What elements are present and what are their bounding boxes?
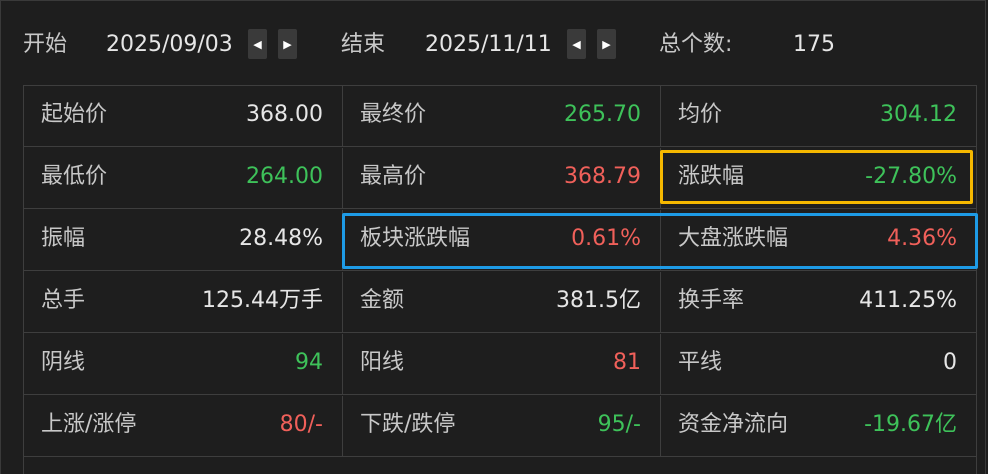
stat-label: 振幅 (41, 226, 86, 251)
stat-value: 4.36% (887, 226, 957, 251)
table-row: 阴线 94 阳线 81 平线 0 (24, 334, 976, 395)
count-value: 175 (793, 32, 835, 57)
end-label: 结束 (341, 32, 386, 57)
start-date-prev-button[interactable]: ◀ (248, 29, 267, 59)
stat-value: 28.48% (239, 226, 323, 251)
stat-cell: 最高价 368.79 (342, 148, 660, 208)
start-date[interactable]: 2025/09/03 (106, 30, 233, 60)
stat-label: 上涨/涨停 (41, 412, 137, 437)
stat-label: 均价 (678, 102, 723, 127)
end-date-next-button[interactable]: ▶ (597, 29, 616, 59)
stat-value: 95/- (597, 412, 641, 437)
stat-label: 换手率 (678, 288, 745, 313)
stat-label: 大盘涨跌幅 (678, 226, 789, 251)
stat-value: 368.00 (246, 102, 323, 127)
stat-cell: 上涨/涨停 80/- (24, 396, 342, 456)
stat-label: 最低价 (41, 164, 108, 189)
stat-value: 368.79 (564, 164, 641, 189)
stat-label: 起始价 (41, 102, 108, 127)
stat-cell: 阴线 94 (24, 334, 342, 394)
start-label: 开始 (23, 32, 68, 57)
stat-label: 金额 (360, 288, 405, 313)
end-date-prev-button[interactable]: ◀ (567, 29, 586, 59)
stat-label: 阴线 (41, 350, 86, 375)
stat-label: 平线 (678, 350, 723, 375)
stat-cell: 总手 125.44万手 (24, 272, 342, 332)
stat-value: 411.25% (859, 288, 957, 313)
stat-cell: 涨跌幅 -27.80% (660, 148, 976, 208)
stat-cell: 均价 304.12 (660, 86, 976, 146)
stat-value: 94 (295, 350, 323, 375)
stat-label: 下跌/跌停 (360, 412, 456, 437)
stat-cell: 最低价 264.00 (24, 148, 342, 208)
caret-left-icon: ◀ (253, 37, 262, 51)
stat-value: -27.80% (865, 164, 957, 189)
stat-cell: 换手率 411.25% (660, 272, 976, 332)
stat-label: 资金净流向 (678, 412, 789, 437)
stat-value: -19.67亿 (864, 412, 957, 437)
stat-label: 最高价 (360, 164, 427, 189)
stat-value: 125.44万手 (202, 288, 323, 313)
stat-label: 板块涨跌幅 (360, 226, 471, 251)
stat-label: 涨跌幅 (678, 164, 745, 189)
stat-value: 81 (613, 350, 641, 375)
end-date[interactable]: 2025/11/11 (425, 30, 552, 60)
stat-value: 265.70 (564, 102, 641, 127)
stat-value: 0 (943, 350, 957, 375)
stat-value: 304.12 (880, 102, 957, 127)
table-row: 起始价 368.00 最终价 265.70 均价 304.12 (24, 86, 976, 147)
stat-value: 264.00 (246, 164, 323, 189)
stat-value: 80/- (279, 412, 323, 437)
table-row: 振幅 28.48% 板块涨跌幅 0.61% 大盘涨跌幅 4.36% (24, 210, 976, 271)
caret-right-icon: ▶ (283, 37, 292, 51)
table-row: 上涨/涨停 80/- 下跌/跌停 95/- 资金净流向 -19.67亿 (24, 396, 976, 457)
caret-right-icon: ▶ (602, 37, 611, 51)
stat-label: 阳线 (360, 350, 405, 375)
stat-value: 0.61% (571, 226, 641, 251)
stat-cell: 板块涨跌幅 0.61% (342, 210, 660, 270)
stat-cell: 振幅 28.48% (24, 210, 342, 270)
stat-label: 最终价 (360, 102, 427, 127)
stat-cell: 大盘涨跌幅 4.36% (660, 210, 976, 270)
stat-cell: 阳线 81 (342, 334, 660, 394)
start-date-next-button[interactable]: ▶ (278, 29, 297, 59)
stat-cell: 下跌/跌停 95/- (342, 396, 660, 456)
table-row: 最低价 264.00 最高价 368.79 涨跌幅 -27.80% (24, 148, 976, 209)
table-row: 总手 125.44万手 金额 381.5亿 换手率 411.25% (24, 272, 976, 333)
stat-cell: 平线 0 (660, 334, 976, 394)
stat-cell: 金额 381.5亿 (342, 272, 660, 332)
stats-table: 起始价 368.00 最终价 265.70 均价 304.12 最低价 264.00 最… (23, 85, 977, 474)
date-range-header: 开始 2025/09/03 ◀ ▶ 结束 2025/11/11 ◀ ▶ 总个数:… (0, 0, 988, 86)
count-label: 总个数: (659, 32, 733, 57)
stat-cell: 资金净流向 -19.67亿 (660, 396, 976, 456)
stat-label: 总手 (41, 288, 86, 313)
stat-cell: 最终价 265.70 (342, 86, 660, 146)
stat-cell: 起始价 368.00 (24, 86, 342, 146)
stat-value: 381.5亿 (556, 288, 641, 313)
caret-left-icon: ◀ (572, 37, 581, 51)
